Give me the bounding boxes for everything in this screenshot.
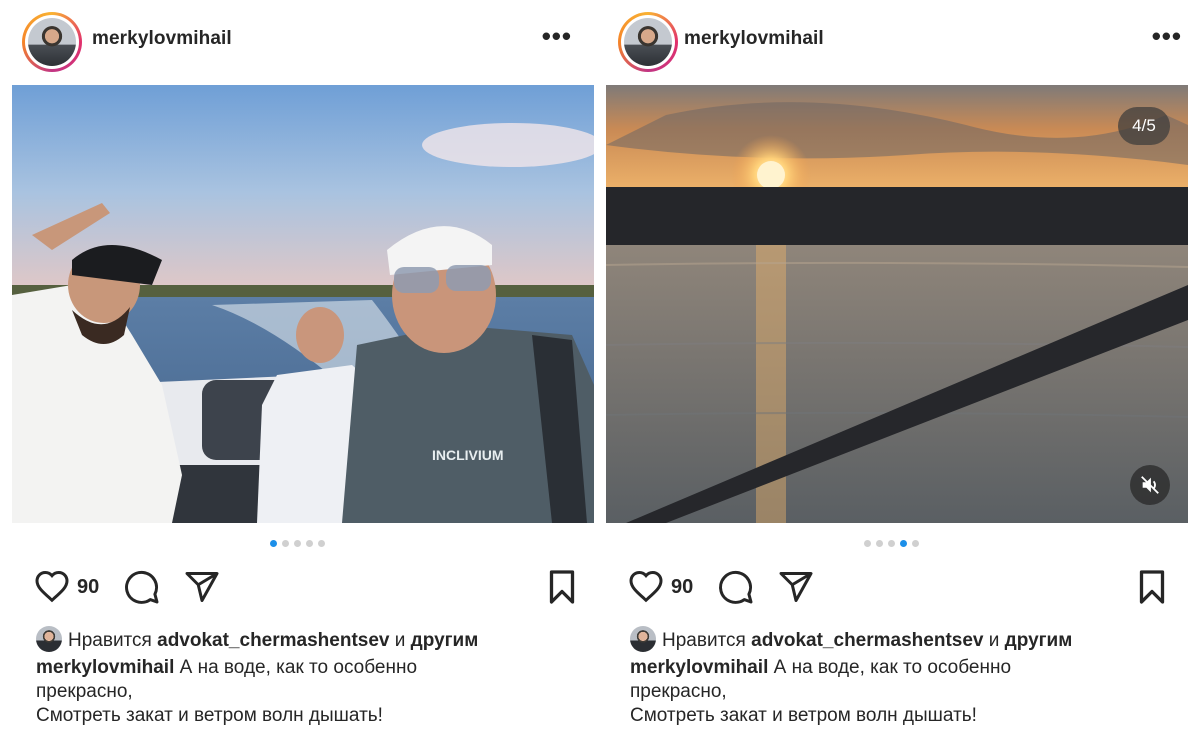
- carousel-dot: [887, 540, 895, 547]
- more-options-icon[interactable]: •••: [1152, 23, 1182, 49]
- carousel-dot: [911, 540, 919, 547]
- heart-icon[interactable]: [34, 569, 70, 608]
- bookmark-icon[interactable]: [1136, 569, 1168, 610]
- carousel-dot: [293, 540, 301, 547]
- avatar[interactable]: [22, 12, 82, 72]
- post-actions: 90: [606, 566, 1200, 608]
- carousel-dot: [317, 540, 325, 547]
- caption-line-3: Смотреть закат и ветром волн дышать!: [36, 705, 383, 726]
- comment-icon[interactable]: [124, 569, 160, 610]
- caption-line-1: А на воде, как то особенно: [773, 657, 1012, 678]
- post-divider: [597, 0, 605, 750]
- carousel-counter: 4/5: [1118, 107, 1170, 145]
- avatar[interactable]: [618, 12, 678, 72]
- svg-text:INCLIVIUM: INCLIVIUM: [432, 447, 504, 463]
- liker-username[interactable]: advokat_chermashentsev: [751, 630, 983, 651]
- carousel-dot: [269, 540, 277, 547]
- carousel-dot: [305, 540, 313, 547]
- carousel-dot: [875, 540, 883, 547]
- send-icon[interactable]: [778, 569, 814, 610]
- post-card: merkylovmihail •••: [606, 0, 1200, 750]
- like-count[interactable]: 90: [77, 576, 99, 599]
- carousel-indicator: [594, 540, 1188, 552]
- post-card: merkylovmihail •••: [0, 0, 594, 750]
- liker-username[interactable]: advokat_chermashentsev: [157, 630, 389, 651]
- post-header: merkylovmihail •••: [0, 0, 594, 84]
- post-caption: merkylovmihail А на воде, как то особенн…: [36, 656, 576, 728]
- more-options-icon[interactable]: •••: [542, 23, 572, 49]
- caption-username[interactable]: merkylovmihail: [36, 657, 174, 678]
- caption-username[interactable]: merkylovmihail: [630, 657, 768, 678]
- liked-by-others[interactable]: другим: [1005, 630, 1073, 651]
- speaker-muted-icon[interactable]: [1130, 465, 1170, 505]
- liker-avatar[interactable]: [36, 626, 62, 652]
- liked-by: Нравится advokat_chermashentsev и другим: [630, 626, 1072, 652]
- caption-line-1: А на воде, как то особенно: [179, 657, 418, 678]
- post-actions: 90: [0, 566, 594, 608]
- carousel-dot: [899, 540, 907, 547]
- liked-by-prefix: Нравится: [662, 630, 746, 651]
- liked-by-and: и: [394, 630, 406, 651]
- liked-by: Нравится advokat_chermashentsev и другим: [36, 626, 478, 652]
- caption-line-2: прекрасно,: [36, 681, 133, 702]
- post-header: merkylovmihail •••: [606, 0, 1200, 84]
- carousel-dot: [281, 540, 289, 547]
- like-count[interactable]: 90: [671, 576, 693, 599]
- liked-by-and: и: [988, 630, 1000, 651]
- comment-icon[interactable]: [718, 569, 754, 610]
- send-icon[interactable]: [184, 569, 220, 610]
- post-caption: merkylovmihail А на воде, как то особенн…: [630, 656, 1170, 728]
- post-photo[interactable]: INCLIVIUM: [12, 85, 594, 523]
- post-video[interactable]: 4/5: [606, 85, 1188, 523]
- liked-by-others[interactable]: другим: [411, 630, 479, 651]
- bookmark-icon[interactable]: [546, 569, 578, 610]
- heart-icon[interactable]: [628, 569, 664, 608]
- username-link[interactable]: merkylovmihail: [92, 28, 232, 50]
- liked-by-prefix: Нравится: [68, 630, 152, 651]
- liker-avatar[interactable]: [630, 626, 656, 652]
- caption-line-3: Смотреть закат и ветром волн дышать!: [630, 705, 977, 726]
- carousel-dot: [863, 540, 871, 547]
- carousel-indicator: [0, 540, 594, 552]
- username-link[interactable]: merkylovmihail: [684, 28, 824, 50]
- caption-line-2: прекрасно,: [630, 681, 727, 702]
